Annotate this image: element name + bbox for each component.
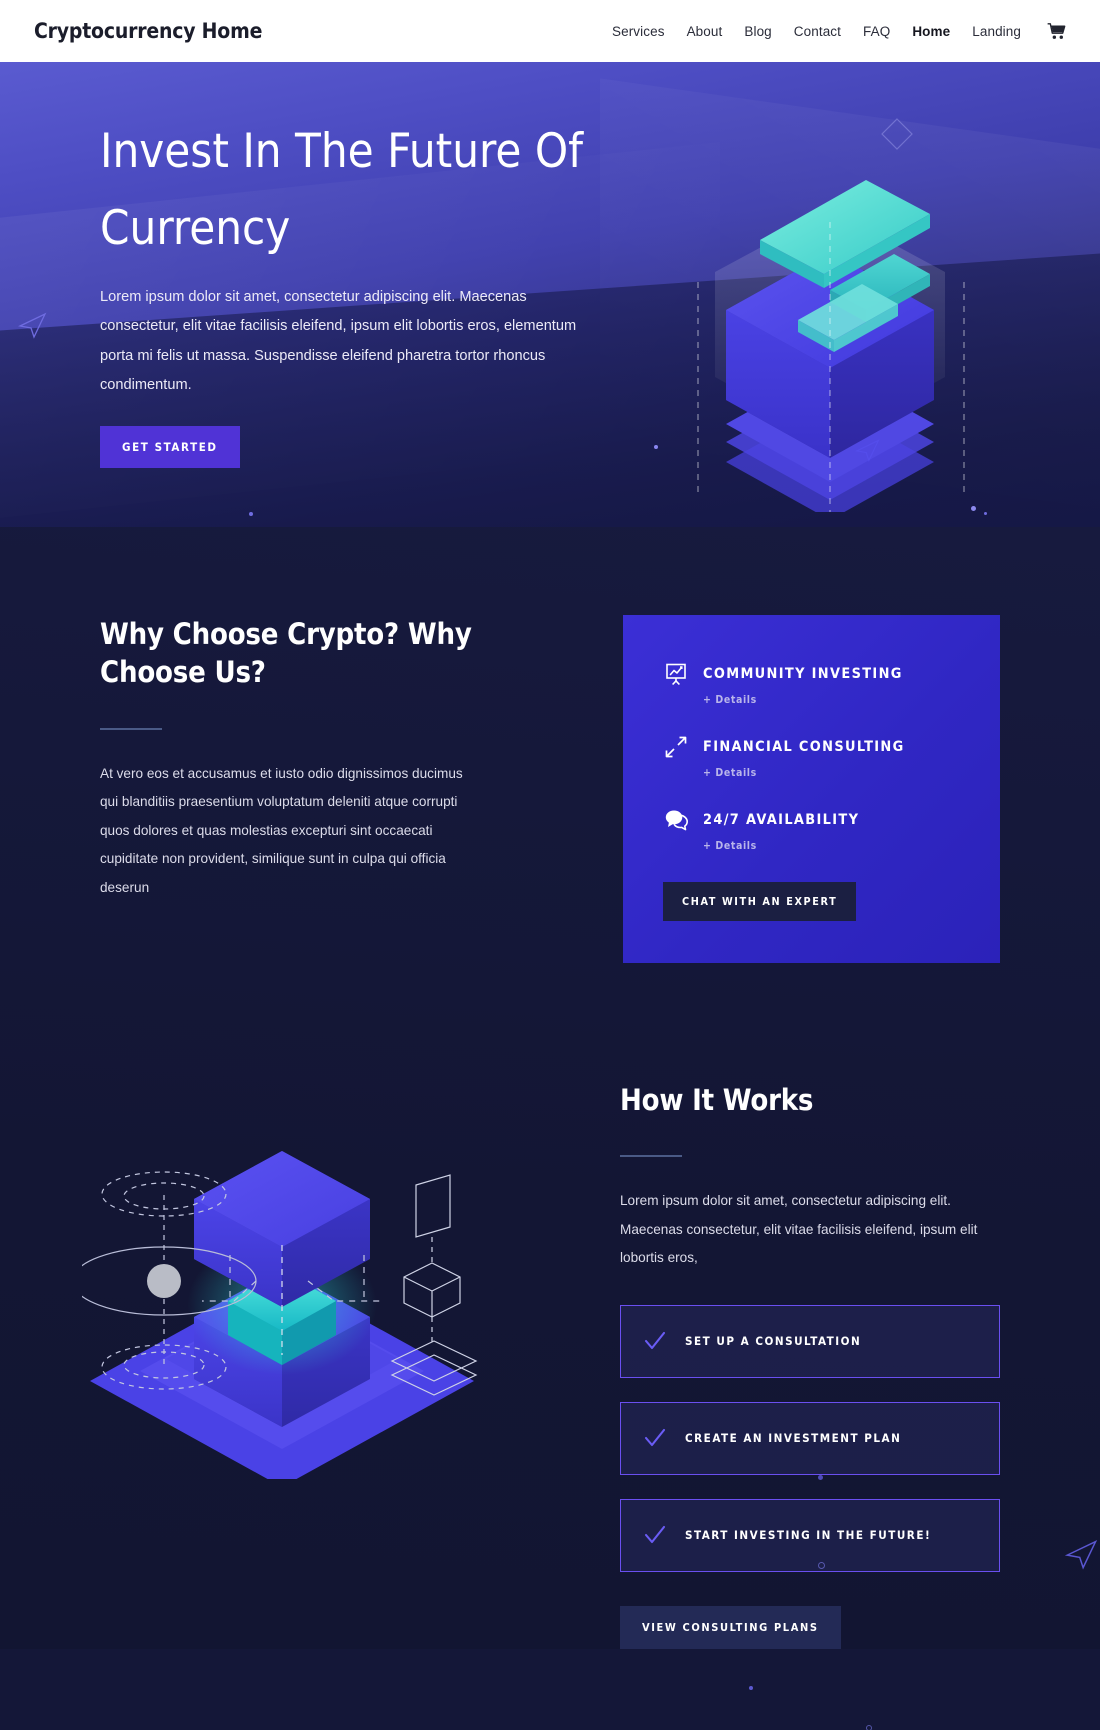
check-icon [643,1329,667,1353]
view-consulting-plans-button[interactable]: VIEW CONSULTING PLANS [620,1605,841,1649]
nav-item-home[interactable]: Home [912,24,950,39]
feature-details-link[interactable]: + Details [703,767,960,779]
decor-dot [749,1686,753,1690]
contract-arrows-icon [663,734,689,760]
chat-bubbles-icon [663,807,689,833]
nav-item-contact[interactable]: Contact [794,24,841,39]
feature-community-investing[interactable]: COMMUNITY INVESTING + Details [663,661,960,706]
how-it-works-body: Lorem ipsum dolor sit amet, consectetur … [620,1193,978,1266]
chat-with-expert-button[interactable]: CHAT WITH AN EXPERT [663,882,857,921]
main-navigation: Services About Blog Contact FAQ Home Lan… [612,22,1066,40]
how-it-works-section: How It Works Lorem ipsum dolor sit amet,… [0,963,1100,1649]
nav-item-faq[interactable]: FAQ [863,24,890,39]
step-label: CREATE AN INVESTMENT PLAN [685,1431,902,1446]
get-started-button[interactable]: GET STARTED [100,425,240,468]
landing-page: Cryptocurrency Home Services About Blog … [0,0,1100,1730]
check-icon [643,1523,667,1547]
title-divider [620,1155,682,1158]
why-choose-body: At vero eos et accusamus et iusto odio d… [100,765,463,895]
how-it-works-illustration [71,1049,482,1487]
step-create-investment-plan[interactable]: CREATE AN INVESTMENT PLAN [620,1401,1000,1475]
feature-details-link[interactable]: + Details [703,840,960,852]
step-label: START INVESTING IN THE FUTURE! [685,1528,932,1543]
feature-availability[interactable]: 24/7 AVAILABILITY + Details [663,807,960,852]
hero-section: Invest In The Future Of Currency Lorem i… [0,62,1100,527]
how-it-works-content: How It Works Lorem ipsum dolor sit amet,… [620,1059,1000,1649]
nav-item-landing[interactable]: Landing [972,24,1021,39]
decor-dot [654,445,658,449]
decor-ring [818,1562,825,1569]
nav-item-about[interactable]: About [687,24,723,39]
hero-content: Invest In The Future Of Currency Lorem i… [0,62,600,468]
decor-dot [984,512,987,515]
decor-diamond-icon [881,118,913,150]
nav-item-blog[interactable]: Blog [744,24,771,39]
why-choose-text: Why Choose Crypto? Why Choose Us? At ver… [100,615,495,902]
title-divider [100,727,162,730]
hero-title: Invest In The Future Of Currency [100,124,583,256]
feature-title: COMMUNITY INVESTING [703,666,903,682]
why-choose-section: Why Choose Crypto? Why Choose Us? At ver… [0,615,1100,963]
step-set-up-consultation[interactable]: SET UP A CONSULTATION [620,1304,1000,1378]
why-choose-title: Why Choose Crypto? Why Choose Us? [100,617,472,690]
presentation-chart-icon [663,661,689,687]
shopping-cart-icon[interactable] [1047,22,1066,40]
services-card: COMMUNITY INVESTING + Details FINANCIAL … [623,615,1000,963]
step-label: SET UP A CONSULTATION [685,1334,862,1349]
step-start-investing[interactable]: START INVESTING IN THE FUTURE! [620,1498,1000,1572]
site-header: Cryptocurrency Home Services About Blog … [0,0,1100,62]
feature-title: FINANCIAL CONSULTING [703,739,905,755]
feature-details-link[interactable]: + Details [703,694,960,706]
check-icon [643,1426,667,1450]
nav-item-services[interactable]: Services [612,24,665,39]
hero-illustration [680,162,980,512]
site-brand[interactable]: Cryptocurrency Home [34,19,262,43]
dark-body: Why Choose Crypto? Why Choose Us? At ver… [0,527,1100,1730]
feature-financial-consulting[interactable]: FINANCIAL CONSULTING + Details [663,734,960,779]
steps-list: SET UP A CONSULTATION CREATE AN INVESTME… [620,1304,1000,1572]
hero-subtitle: Lorem ipsum dolor sit amet, consectetur … [100,289,577,393]
decor-paper-plane-icon [1065,1539,1098,1570]
how-it-works-title: How It Works [620,1083,814,1117]
decor-ring [866,1725,872,1730]
feature-title: 24/7 AVAILABILITY [703,812,860,828]
decor-dot [249,512,253,516]
